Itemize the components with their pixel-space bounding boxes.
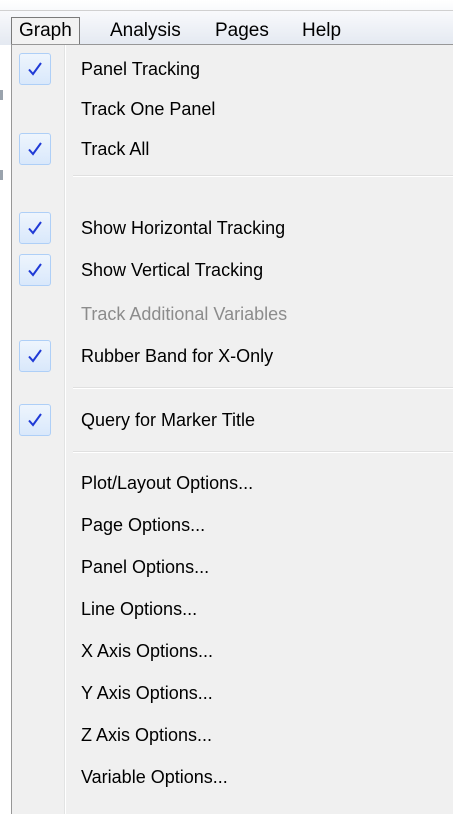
menu-item-track-one-panel[interactable]: Track One Panel: [12, 90, 453, 128]
menu-graph[interactable]: Graph: [11, 17, 80, 45]
menu-help[interactable]: Help: [292, 17, 351, 45]
menu-item-label: Plot/Layout Options...: [81, 473, 254, 493]
menu-item-label: Variable Options...: [81, 767, 228, 787]
menu-item-x-axis-options[interactable]: X Axis Options...: [12, 632, 453, 670]
menu-item-page-options[interactable]: Page Options...: [12, 506, 453, 544]
menu-item-rubber-band-x-only[interactable]: Rubber Band for X-Only: [12, 337, 453, 375]
menu-item-label: Panel Tracking: [81, 59, 201, 79]
menu-item-label: Rubber Band for X-Only: [81, 346, 274, 366]
menu-item-query-marker-title[interactable]: Query for Marker Title: [12, 401, 453, 439]
menu-item-label: Page Options...: [81, 515, 206, 535]
menu-item-panel-tracking[interactable]: Panel Tracking: [12, 50, 453, 88]
menu-pages[interactable]: Pages: [205, 17, 279, 45]
check-icon: [19, 212, 51, 244]
menu-separator: [73, 387, 453, 389]
menu-item-track-additional-variables: Track Additional Variables: [12, 295, 453, 333]
menu-item-label: X Axis Options...: [81, 641, 214, 661]
menu-item-variable-options[interactable]: Variable Options...: [12, 758, 453, 796]
check-icon: [19, 404, 51, 436]
check-icon: [19, 133, 51, 165]
menu-bar: Graph Analysis Pages Help: [0, 0, 453, 45]
menu-item-label: Query for Marker Title: [81, 410, 256, 430]
background-window-edge: [0, 170, 3, 180]
menu-item-label: Z Axis Options...: [81, 725, 213, 745]
menu-item-label: Track All: [81, 139, 150, 159]
menu-item-label: Show Vertical Tracking: [81, 260, 264, 280]
menu-item-label: Track One Panel: [81, 99, 216, 119]
menu-separator: [73, 175, 453, 177]
menu-item-z-axis-options[interactable]: Z Axis Options...: [12, 716, 453, 754]
background-window-edge: [0, 90, 3, 100]
check-icon: [19, 53, 51, 85]
menu-separator: [73, 451, 453, 453]
menu-item-label: Track Additional Variables: [81, 304, 288, 324]
menu-item-line-options[interactable]: Line Options...: [12, 590, 453, 628]
menu-item-label: Panel Options...: [81, 557, 210, 577]
graph-menu-dropdown: Panel Tracking Track One Panel Track All…: [11, 44, 453, 814]
menu-item-panel-options[interactable]: Panel Options...: [12, 548, 453, 586]
menu-item-track-all[interactable]: Track All: [12, 130, 453, 168]
menu-item-show-horizontal-tracking[interactable]: Show Horizontal Tracking: [12, 209, 453, 247]
menu-item-show-vertical-tracking[interactable]: Show Vertical Tracking: [12, 251, 453, 289]
menu-item-y-axis-options[interactable]: Y Axis Options...: [12, 674, 453, 712]
menu-item-label: Y Axis Options...: [81, 683, 213, 703]
check-icon: [19, 254, 51, 286]
check-icon: [19, 340, 51, 372]
menu-item-label: Show Horizontal Tracking: [81, 218, 286, 238]
menu-analysis[interactable]: Analysis: [100, 17, 191, 45]
menu-item-plot-layout-options[interactable]: Plot/Layout Options...: [12, 464, 453, 502]
menu-item-label: Line Options...: [81, 599, 198, 619]
